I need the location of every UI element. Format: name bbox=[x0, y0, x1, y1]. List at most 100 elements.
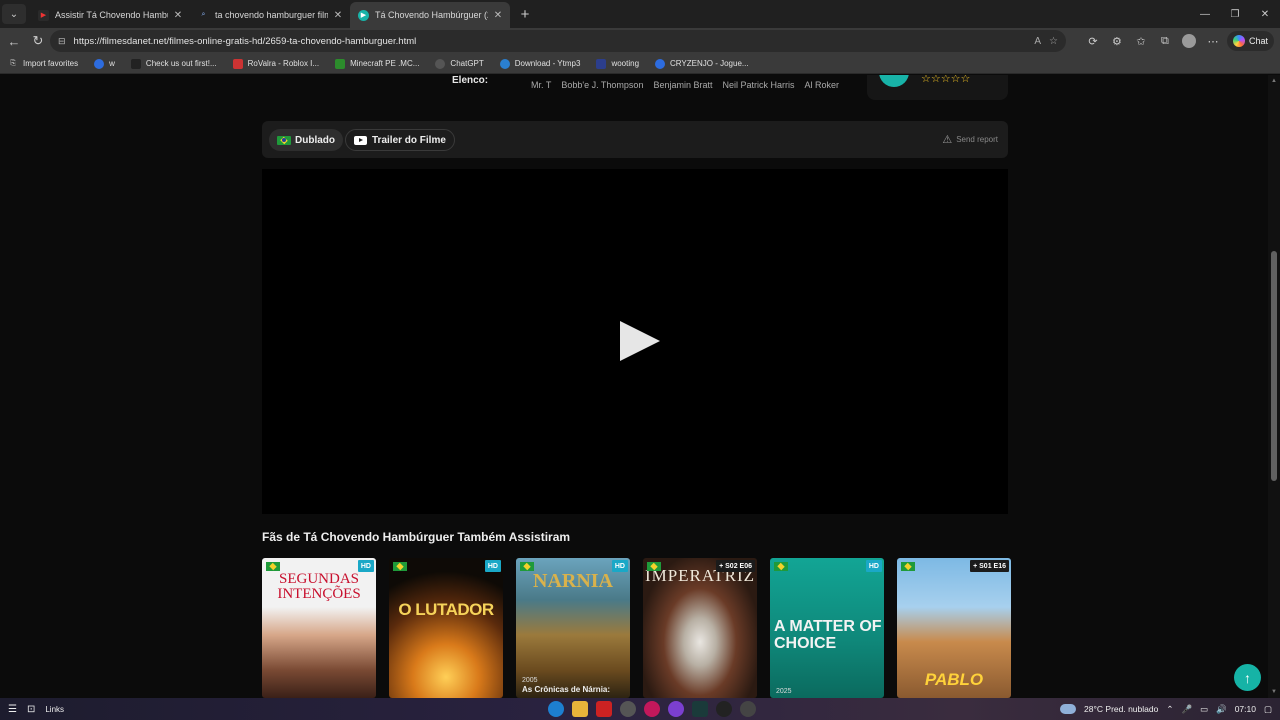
tab-3[interactable]: ▶ Tá Chovendo Hambúrguer (2009) ✕ bbox=[350, 2, 510, 28]
volume-icon[interactable]: 🔊 bbox=[1216, 704, 1227, 715]
movie-card[interactable]: HD NARNIA 2005 As Crônicas de Nárnia: bbox=[516, 558, 630, 698]
task-view-icon[interactable]: ⊡ bbox=[27, 704, 35, 715]
collections-icon[interactable]: ⧉ bbox=[1155, 31, 1175, 51]
send-report-button[interactable]: ⚠ Send report bbox=[942, 133, 998, 146]
refresh-icon[interactable]: ⟳ bbox=[1083, 31, 1103, 51]
tab-actions-menu-icon[interactable]: ⌄ bbox=[2, 4, 26, 24]
poster-title: NARNIA bbox=[533, 570, 613, 592]
play-icon[interactable] bbox=[620, 321, 660, 361]
notifications-icon[interactable]: ▢ bbox=[1264, 704, 1272, 715]
copilot-chat-button[interactable]: Chat bbox=[1226, 31, 1274, 51]
player-options-bar: Dublado Trailer do Filme ⚠ Send report bbox=[262, 121, 1008, 158]
search-icon: ⌕ bbox=[201, 11, 206, 18]
bookmark-check-us-out[interactable]: Check us out first!... bbox=[130, 54, 217, 74]
bookmark-w[interactable]: w bbox=[94, 54, 115, 74]
cast-member[interactable]: Al Roker bbox=[805, 80, 840, 90]
favorite-star-icon[interactable]: ☆ bbox=[1049, 36, 1058, 47]
read-aloud-icon[interactable]: A bbox=[1034, 36, 1041, 47]
bookmark-label: wooting bbox=[611, 59, 640, 68]
tab-title: Assistir Tá Chovendo Hambúrguer bbox=[55, 10, 168, 20]
scroll-up-icon[interactable]: ▲ bbox=[1271, 78, 1277, 84]
app-purple-icon[interactable] bbox=[668, 701, 684, 717]
brazil-flag-icon bbox=[774, 562, 788, 571]
brazil-flag-icon bbox=[393, 562, 407, 571]
steam-icon[interactable] bbox=[716, 701, 732, 717]
scroll-down-icon[interactable]: ▼ bbox=[1271, 689, 1277, 695]
close-tab-icon[interactable]: ✕ bbox=[492, 10, 504, 21]
tab-title: ta chovendo hamburguer filme co bbox=[215, 10, 328, 20]
rating-stars[interactable]: ☆☆☆☆☆ bbox=[921, 75, 970, 85]
movie-card[interactable]: + S01 E16 PABLO bbox=[897, 558, 1011, 698]
network-icon[interactable]: ▭ bbox=[1200, 704, 1208, 715]
cast-member[interactable]: Bobb'e J. Thompson bbox=[561, 80, 643, 90]
profile-icon[interactable] bbox=[1179, 31, 1199, 51]
links-toolbar[interactable]: Links bbox=[45, 705, 64, 714]
bookmark-minecraft[interactable]: Minecraft PE .MC... bbox=[335, 54, 419, 74]
brazil-flag-icon bbox=[901, 562, 915, 571]
tab-1[interactable]: ▶ Assistir Tá Chovendo Hambúrguer ✕ bbox=[30, 2, 190, 28]
page-content: Elenco: Mr. T Bobb'e J. Thompson Benjami… bbox=[0, 75, 1268, 698]
quality-badge: HD bbox=[484, 560, 501, 572]
tab-favicon-icon: ▶ bbox=[38, 9, 49, 21]
bookmark-label: Check us out first!... bbox=[145, 59, 217, 68]
file-explorer-icon[interactable] bbox=[572, 701, 588, 717]
news-app-icon[interactable] bbox=[596, 701, 612, 717]
cast-member[interactable]: Neil Patrick Harris bbox=[722, 80, 794, 90]
back-icon[interactable]: ← bbox=[2, 29, 26, 53]
address-bar-actions: A ☆ bbox=[1034, 30, 1058, 52]
tab-2[interactable]: ⌕ ta chovendo hamburguer filme co ✕ bbox=[190, 2, 350, 28]
close-window-icon[interactable]: ✕ bbox=[1250, 0, 1280, 28]
tab-title: Tá Chovendo Hambúrguer (2009) bbox=[375, 10, 488, 20]
download-icon bbox=[499, 58, 510, 69]
minimize-icon[interactable]: — bbox=[1190, 0, 1220, 28]
roblox-icon bbox=[232, 58, 243, 69]
page-scrollbar[interactable]: ▲ ▼ bbox=[1268, 75, 1280, 698]
bookmark-label: Minecraft PE .MC... bbox=[350, 59, 420, 68]
extensions-icon[interactable]: ⚙ bbox=[1107, 31, 1127, 51]
terminal-icon[interactable] bbox=[692, 701, 708, 717]
bookmark-ytmp3[interactable]: Download - Ytmp3 bbox=[499, 54, 580, 74]
more-options-icon[interactable]: ⋯ bbox=[1203, 31, 1223, 51]
globe-icon bbox=[94, 58, 105, 69]
movie-card[interactable]: HD SEGUNDAS INTENÇÕES bbox=[262, 558, 376, 698]
reload-icon[interactable]: ↻ bbox=[26, 29, 50, 53]
bookmark-cryzenjo[interactable]: CRYZENJO - Jogue... bbox=[655, 54, 749, 74]
video-player[interactable] bbox=[262, 169, 1008, 514]
close-tab-icon[interactable]: ✕ bbox=[332, 10, 344, 21]
bookmark-rovalra[interactable]: RoValra - Roblox I... bbox=[232, 54, 319, 74]
movie-card[interactable]: HD A MATTER OF CHOICE 2025 bbox=[770, 558, 884, 698]
edge-icon[interactable] bbox=[548, 701, 564, 717]
wooting-icon bbox=[596, 58, 607, 69]
poster-title: SEGUNDAS INTENÇÕES bbox=[277, 571, 361, 602]
favorites-icon[interactable]: ✩ bbox=[1131, 31, 1151, 51]
cast-member[interactable]: Mr. T bbox=[531, 80, 551, 90]
address-bar[interactable]: ⊟ https://filmesdanet.net/filmes-online-… bbox=[50, 30, 1066, 52]
cast-list: Mr. T Bobb'e J. Thompson Benjamin Bratt … bbox=[531, 80, 839, 90]
bookmark-import-favorites[interactable]: ⎘ Import favorites bbox=[8, 54, 78, 74]
settings-app-icon[interactable] bbox=[620, 701, 636, 717]
tray-overflow-icon[interactable]: ⌃ bbox=[1166, 704, 1173, 715]
start-icon[interactable]: ☰ bbox=[8, 704, 17, 715]
weather-text[interactable]: 28°C Pred. nublado bbox=[1084, 704, 1158, 714]
media-player-icon[interactable] bbox=[644, 701, 660, 717]
scroll-to-top-button[interactable]: ↑ bbox=[1234, 664, 1261, 691]
toolbar-icons: ⟳ ⚙ ✩ ⧉ ⋯ Chat bbox=[1083, 28, 1280, 54]
microphone-icon[interactable]: 🎤 bbox=[1181, 704, 1192, 715]
clock[interactable]: 07:10 bbox=[1235, 704, 1256, 714]
bookmark-wooting[interactable]: wooting bbox=[596, 54, 639, 74]
bookmark-chatgpt[interactable]: ChatGPT bbox=[435, 54, 484, 74]
scrollbar-thumb[interactable] bbox=[1271, 251, 1277, 481]
cast-member[interactable]: Benjamin Bratt bbox=[653, 80, 712, 90]
maximize-icon[interactable]: ❐ bbox=[1220, 0, 1250, 28]
dubbed-button[interactable]: Dublado bbox=[269, 129, 343, 151]
chrome-icon[interactable] bbox=[740, 701, 756, 717]
movie-card[interactable]: + S02 E06 IMPERATRIZ bbox=[643, 558, 757, 698]
quality-badge: HD bbox=[865, 560, 882, 572]
movie-card[interactable]: HD O LUTADOR bbox=[389, 558, 503, 698]
close-tab-icon[interactable]: ✕ bbox=[172, 10, 184, 21]
globe-icon bbox=[655, 58, 666, 69]
trailer-button[interactable]: Trailer do Filme bbox=[345, 129, 455, 151]
site-info-icon[interactable]: ⊟ bbox=[58, 36, 66, 47]
bookmark-icon bbox=[130, 58, 141, 69]
new-tab-icon[interactable]: + bbox=[514, 6, 536, 23]
